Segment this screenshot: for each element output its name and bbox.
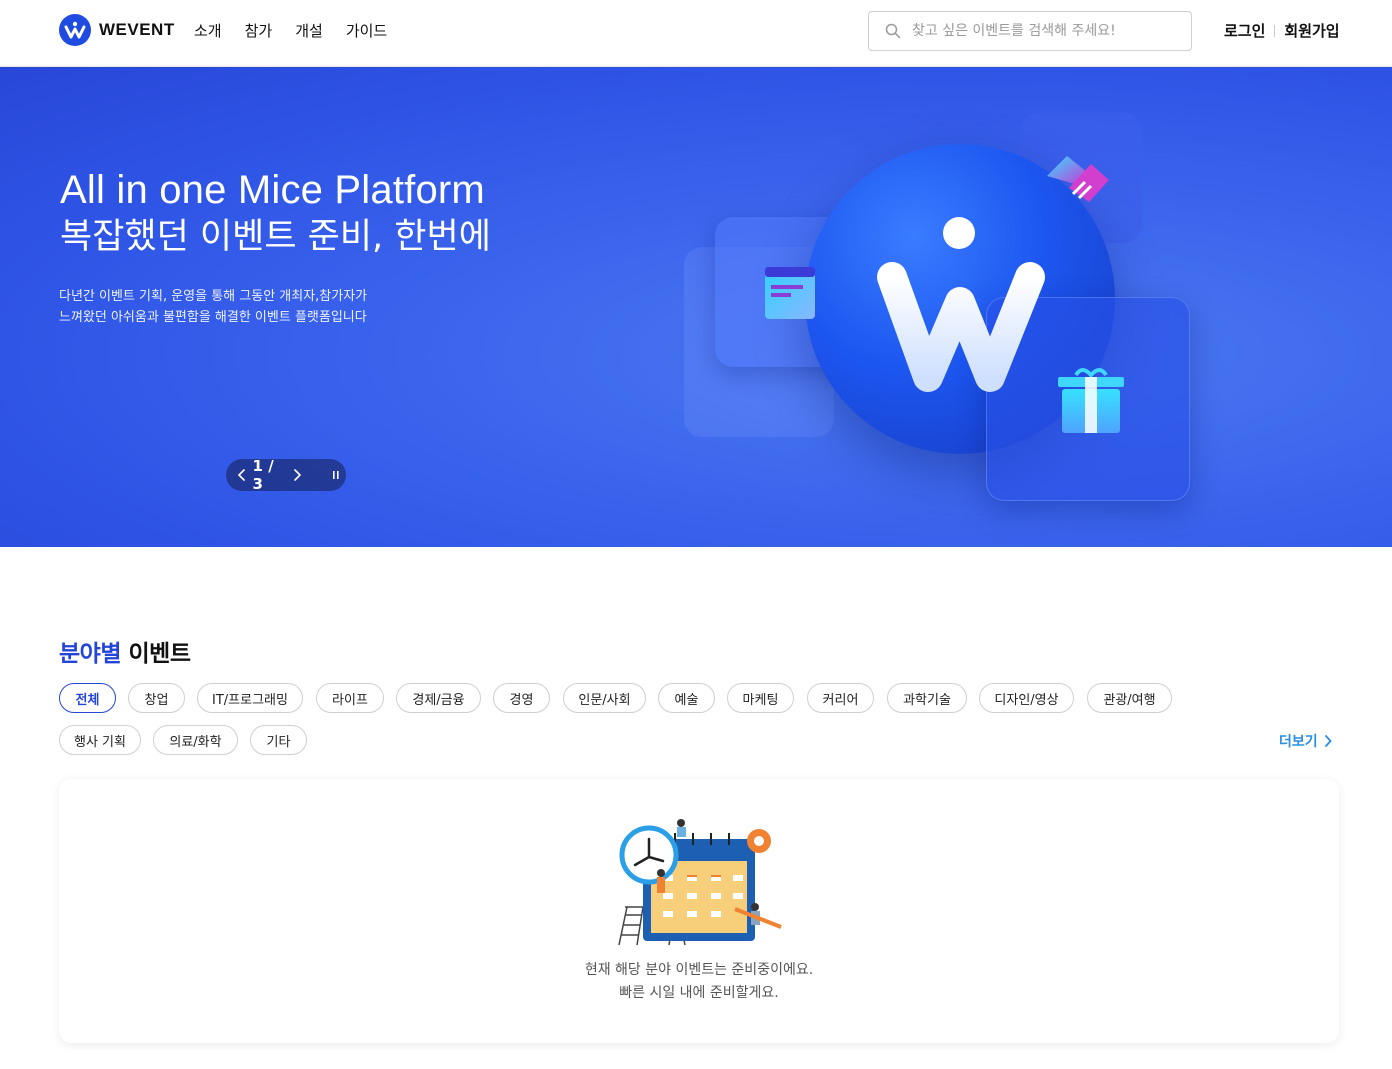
chevron-right-icon[interactable] (287, 459, 308, 491)
w-logo-icon (877, 217, 1045, 392)
category-chip-etc[interactable]: 기타 (250, 725, 307, 755)
category-chip-startup[interactable]: 창업 (128, 683, 185, 713)
category-chip-life[interactable]: 라이프 (316, 683, 384, 713)
hero-title: All in one Mice Platform 복잡했던 이벤트 준비, 한번… (60, 167, 491, 261)
hero-description: 다년간 이벤트 기획, 운영을 통해 그동안 개최자,참가자가 느껴왔던 아쉬움… (59, 286, 367, 328)
site-header: WEVENT 소개 참가 개설 가이드 로그인 회원가입 (0, 0, 1392, 67)
category-chip-management[interactable]: 경영 (493, 683, 550, 713)
auth-links: 로그인 회원가입 (1224, 20, 1340, 41)
category-chip-all[interactable]: 전체 (59, 683, 116, 713)
category-chip-travel[interactable]: 관광/여행 (1087, 683, 1172, 713)
category-chip-medical[interactable]: 의료/화학 (153, 725, 238, 755)
hero-desc-line-2: 느껴왔던 아쉬움과 불편함을 해결한 이벤트 플랫폼입니다 (59, 310, 367, 325)
hero-illustration (680, 107, 1200, 507)
site-logo[interactable]: WEVENT (59, 14, 175, 46)
divider (1274, 24, 1276, 37)
slider-controls: 1 / 3 (226, 457, 346, 493)
empty-state-line-1: 현재 해당 분야 이벤트는 준비중이에요. (584, 962, 814, 978)
category-chip-event-planning[interactable]: 행사 기획 (59, 725, 141, 755)
pause-icon[interactable] (325, 459, 346, 491)
empty-state-line-2: 빠른 시일 내에 준비할게요. (619, 985, 779, 1001)
logo-icon (59, 14, 91, 46)
more-label: 더보기 (1279, 734, 1318, 750)
category-chip-career[interactable]: 커리어 (807, 683, 874, 713)
category-chip-it[interactable]: IT/프로그래밍 (197, 683, 303, 713)
section-title: 분야별 이벤트 (59, 634, 191, 668)
search-bar (868, 11, 1192, 51)
search-input[interactable] (912, 23, 1172, 39)
section-title-rest: 이벤트 (128, 641, 191, 667)
category-chip-marketing[interactable]: 마케팅 (727, 683, 794, 713)
hero-title-ko: 복잡했던 이벤트 준비, 한번에 (60, 217, 491, 257)
chevron-right-icon (1324, 735, 1332, 747)
category-chip-art[interactable]: 예술 (658, 683, 715, 713)
category-chip-science[interactable]: 과학기술 (887, 683, 967, 713)
login-link[interactable]: 로그인 (1224, 20, 1265, 41)
category-chip-finance[interactable]: 경제/금융 (396, 683, 481, 713)
nav-item-guide[interactable]: 가이드 (346, 20, 387, 42)
nav-item-create[interactable]: 개설 (295, 20, 323, 42)
document-icon (765, 267, 815, 319)
handshake-icon (1047, 156, 1109, 202)
empty-state-panel: 현재 해당 분야 이벤트는 준비중이에요. 빠른 시일 내에 준비할게요. (59, 779, 1339, 1043)
logo-text: WEVENT (99, 20, 175, 39)
calendar-illustration (618, 819, 782, 946)
nav-item-about[interactable]: 소개 (194, 20, 222, 42)
gift-icon (1058, 368, 1124, 433)
slide-counter: 1 / 3 (252, 457, 274, 493)
category-chip-design[interactable]: 디자인/영상 (979, 683, 1074, 713)
search-icon (885, 23, 901, 39)
nav-item-join[interactable]: 참가 (245, 20, 273, 42)
hero-desc-line-1: 다년간 이벤트 기획, 운영을 통해 그동안 개최자,참가자가 (59, 289, 368, 304)
more-button[interactable]: 더보기 (1279, 731, 1332, 751)
chevron-left-icon[interactable] (232, 459, 253, 491)
section-title-highlight: 분야별 (59, 641, 121, 667)
hero-banner: All in one Mice Platform 복잡했던 이벤트 준비, 한번… (0, 67, 1392, 547)
signup-link[interactable]: 회원가입 (1284, 20, 1339, 41)
main-nav: 소개 참가 개설 가이드 (194, 20, 410, 42)
hero-title-en: All in one Mice Platform (60, 168, 485, 212)
empty-state-message: 현재 해당 분야 이벤트는 준비중이에요. 빠른 시일 내에 준비할게요. (59, 959, 1339, 1005)
category-chip-humanities[interactable]: 인문/사회 (563, 683, 646, 713)
